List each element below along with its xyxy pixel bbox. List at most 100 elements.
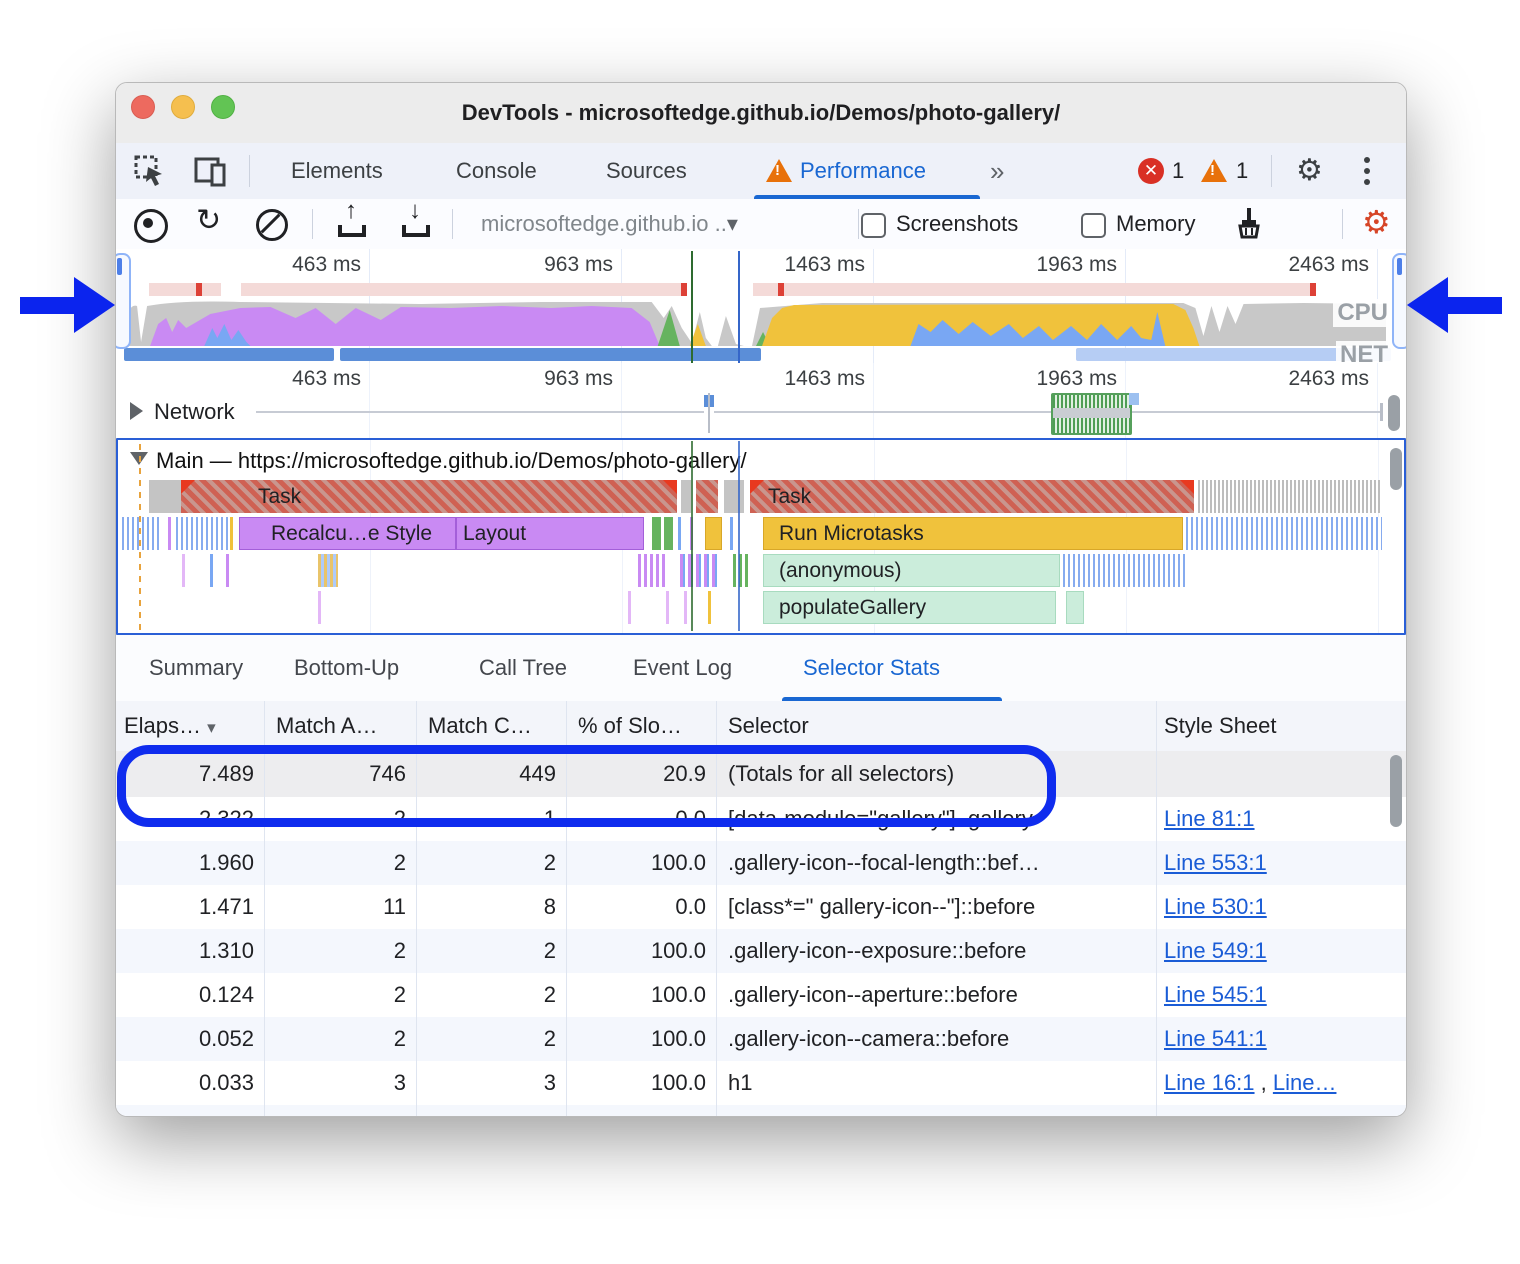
memory-label: Memory [1116,199,1195,249]
overview-time-463: 463 ms [211,251,361,279]
kebab-menu-icon[interactable] [1364,157,1370,187]
divider [312,209,313,239]
network-expand-icon[interactable] [130,402,143,425]
style-sheet-links: Line 16:1 , Line… [1164,1061,1336,1105]
network-track-label[interactable]: Network [154,399,235,425]
main-thread-track[interactable]: Main — https://microsoftedge.github.io/D… [116,438,1406,635]
col-elapsed[interactable]: Elaps… ▾ [124,701,216,751]
selection-marker [738,441,740,631]
error-count[interactable]: 1 [1172,143,1184,199]
flame-task-bar[interactable] [181,480,677,513]
flame-task-bar[interactable] [750,480,1194,513]
playhead-marker[interactable] [691,251,693,363]
col-match-attempts[interactable]: Match A… [276,701,377,751]
sort-descending-icon: ▾ [207,718,216,737]
col-match-count[interactable]: Match C… [428,701,532,751]
divider [1271,155,1272,187]
inspect-element-icon[interactable] [134,155,166,187]
main-track-label[interactable]: Main — https://microsoftedge.github.io/D… [156,444,747,478]
style-sheet-link[interactable]: Line 81:1 [1164,797,1255,841]
more-tabs-chevron[interactable]: » [990,143,1004,199]
populate-gallery-label: populateGallery [779,591,926,624]
capture-settings-gear-icon[interactable]: ⚙ [1362,203,1391,241]
vertical-scrollbar[interactable] [1390,448,1402,490]
long-task-strip [753,283,1316,296]
vertical-scrollbar[interactable] [1388,395,1400,431]
overview-time-963: 963 ms [463,251,613,279]
devtools-tab-bar: Elements Console Sources Performance » ✕… [116,143,1406,200]
table-row[interactable]: 1.310 2 2 100.0 .gallery-icon--exposure:… [116,929,1406,973]
record-button[interactable] [134,209,168,243]
recalc-style-label: Recalcu…e Style [271,517,432,550]
style-sheet-link[interactable]: Line 549:1 [1164,929,1267,973]
devtools-window: DevTools - microsoftedge.github.io/Demos… [115,82,1407,1117]
tab-call-tree[interactable]: Call Tree [479,635,567,701]
net-activity-bar [340,348,761,361]
timeline-overview[interactable]: 463 ms 963 ms 1463 ms 1963 ms 2463 ms CP… [116,249,1406,364]
style-sheet-link[interactable]: Line… [1273,1070,1337,1095]
error-badge-icon[interactable]: ✕ [1138,158,1164,184]
table-row[interactable]: 1.960 2 2 100.0 .gallery-icon--focal-len… [116,841,1406,885]
selection-marker[interactable] [738,251,740,363]
network-request-block[interactable] [1051,393,1132,435]
table-row[interactable]: 0.124 2 2 100.0 .gallery-icon--aperture:… [116,973,1406,1017]
settings-gear-icon[interactable]: ⚙ [1296,155,1323,187]
ruler-time-963: 963 ms [463,365,613,393]
ruler-time-1963: 1963 ms [967,365,1117,393]
device-toolbar-icon[interactable] [194,155,226,187]
col-slow-pct[interactable]: % of Slo… [578,701,682,751]
performance-warning-icon [766,159,792,187]
tab-bottom-up[interactable]: Bottom-Up [294,635,399,701]
tab-performance[interactable]: Performance [800,143,926,199]
style-sheet-link[interactable]: Line 553:1 [1164,841,1267,885]
memory-checkbox[interactable] [1081,213,1106,238]
table-row[interactable]: 0.052 2 2 100.0 .gallery-icon--camera::b… [116,1017,1406,1061]
upload-profile-icon[interactable]: ↑ [338,207,366,237]
table-row[interactable]: 1.471 11 8 0.0 [class*=" gallery-icon--"… [116,885,1406,929]
overview-time-1963: 1963 ms [967,251,1117,279]
clear-recording-icon[interactable] [256,209,288,241]
collect-garbage-icon[interactable] [1234,207,1264,239]
run-microtasks-label: Run Microtasks [779,517,924,550]
overview-right-drag-handle[interactable] [1392,253,1407,349]
title-bar: DevTools - microsoftedge.github.io/Demos… [116,83,1406,144]
tab-summary[interactable]: Summary [149,635,243,701]
col-selector[interactable]: Selector [728,701,809,751]
reload-record-icon[interactable]: ↻ [196,203,221,238]
ruler-time-463: 463 ms [211,365,361,393]
load-event-marker [139,444,141,630]
performance-toolbar: ↻ ↑ ↓ microsoftedge.github.io ..▾ Screen… [116,199,1406,250]
table-row[interactable]: 0.033 3 3 100.0 h1 Line 16:1 , Line… [116,1061,1406,1105]
tab-elements[interactable]: Elements [291,143,383,199]
long-task-strip [241,283,687,296]
screenshots-label: Screenshots [896,199,1018,249]
overview-left-drag-handle[interactable] [115,253,131,349]
style-sheet-link[interactable]: Line 530:1 [1164,885,1267,929]
ruler-time-2463: 2463 ms [1219,365,1369,393]
screenshots-checkbox[interactable] [861,213,886,238]
download-profile-icon[interactable]: ↓ [402,207,430,237]
divider [1342,209,1343,239]
anonymous-label: (anonymous) [779,554,902,587]
tab-event-log[interactable]: Event Log [633,635,732,701]
warning-count[interactable]: 1 [1236,143,1248,199]
table-scrollbar[interactable] [1390,755,1402,827]
task-label: Task [768,480,811,513]
divider [452,209,453,239]
history-select[interactable]: microsoftedge.github.io ..▾ [481,199,738,249]
net-activity-bar [124,348,334,361]
tab-console[interactable]: Console [456,143,537,199]
style-sheet-link[interactable]: Line 541:1 [1164,1017,1267,1061]
select-caret-icon: ▾ [727,211,738,236]
col-style-sheet[interactable]: Style Sheet [1164,701,1277,751]
long-task-strip [149,283,221,296]
playhead-marker [691,441,693,631]
tab-sources[interactable]: Sources [606,143,687,199]
style-sheet-link[interactable]: Line 16:1 [1164,1070,1255,1095]
cpu-activity-chart [120,296,1388,346]
task-label: Task [258,480,301,513]
warning-badge-icon[interactable] [1201,159,1227,187]
table-row-partial [116,1105,1406,1116]
style-sheet-link[interactable]: Line 545:1 [1164,973,1267,1017]
tab-selector-stats[interactable]: Selector Stats [803,635,940,701]
